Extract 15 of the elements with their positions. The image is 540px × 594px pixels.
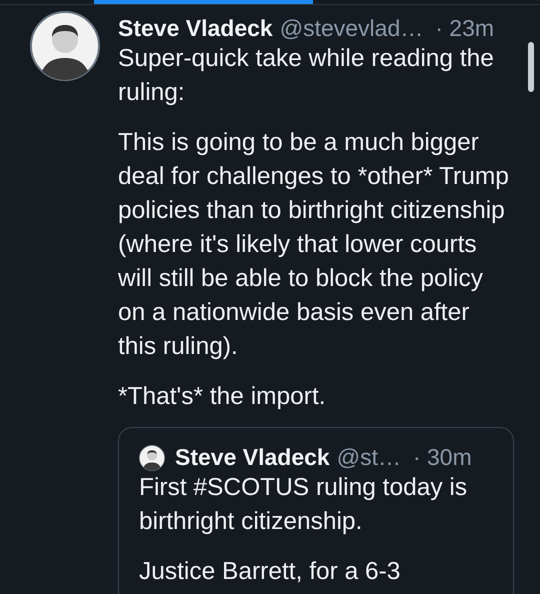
- post-text: Justice Barrett, for a 6-3: [139, 557, 402, 587]
- author-handle[interactable]: @st…: [336, 444, 401, 471]
- post-time[interactable]: · 30m: [412, 444, 472, 471]
- post-text: *That's* the import.: [118, 382, 327, 412]
- avatar-icon[interactable]: [30, 11, 100, 81]
- avatar-icon[interactable]: [139, 444, 165, 470]
- post-text: Super-quick take while reading the ruling:: [118, 44, 495, 108]
- post-time[interactable]: · 23m: [435, 15, 494, 42]
- author-name[interactable]: Steve Vladeck: [118, 15, 273, 42]
- scrollbar[interactable]: [528, 42, 534, 92]
- author-name[interactable]: Steve Vladeck: [175, 444, 330, 471]
- post-text: First #SCOTUS ruling today is birthright citizenship.: [139, 473, 468, 537]
- post-text: This is going to be a much bigger deal for challenges to *other* Trump policies than to birthright citizenship (where it's likely that lower courts will still be able to block the policy on a nationwide basis even after this ruling).: [118, 128, 510, 362]
- author-handle[interactable]: @stevevlad…: [280, 15, 424, 42]
- quoted-post[interactable]: Steve Vladeck @st… · 30m First #SCOTUS ruling today is birthright citizenship. Justice Barrett, for a 6-3: [118, 427, 514, 594]
